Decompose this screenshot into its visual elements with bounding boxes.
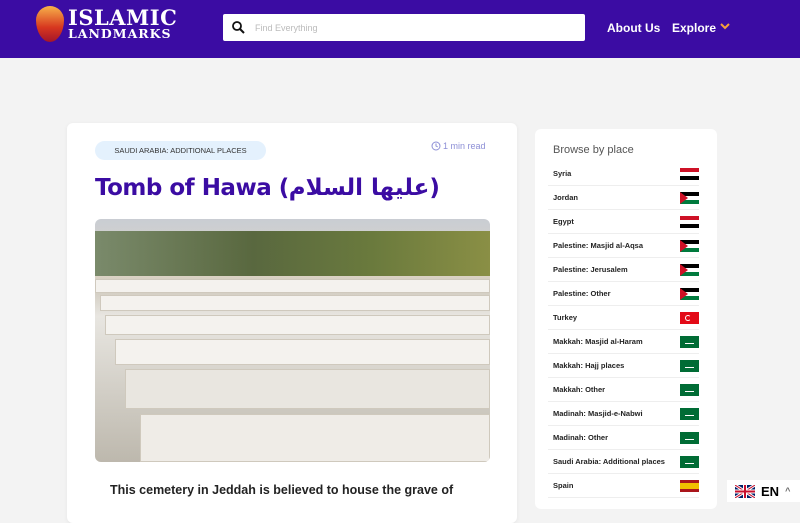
sidebar-heading: Browse by place <box>553 144 634 156</box>
sidebar-item-label: Syria <box>553 169 572 178</box>
nav-explore-label: Explore <box>672 21 717 35</box>
search-bar <box>223 14 585 41</box>
clock-icon <box>431 141 441 151</box>
sidebar-item[interactable]: Syria <box>548 162 699 186</box>
site-header: ISLAMIC LANDMARKS About Us Explore <box>0 0 800 58</box>
sidebar-item-label: Saudi Arabia: Additional places <box>553 457 665 466</box>
sidebar-item[interactable]: Makkah: Hajj places <box>548 354 699 378</box>
sidebar-item-label: Turkey <box>553 313 578 322</box>
sidebar-item[interactable]: Spain <box>548 474 699 498</box>
search-input[interactable] <box>255 22 555 33</box>
sidebar-item-label: Makkah: Hajj places <box>553 361 625 370</box>
saudi-flag-icon <box>680 431 699 444</box>
sidebar-item[interactable]: Jordan <box>548 186 699 210</box>
saudi-flag-icon <box>680 383 699 396</box>
palestine-flag-icon <box>680 239 699 252</box>
palestine-flag-icon <box>680 263 699 276</box>
sidebar-item[interactable]: Egypt <box>548 210 699 234</box>
article-card: SAUDI ARABIA: ADDITIONAL PLACES 1 min re… <box>67 123 517 523</box>
chevron-up-icon: ^ <box>785 486 791 496</box>
article-photo <box>95 219 490 462</box>
sidebar-item[interactable]: Palestine: Masjid al-Aqsa <box>548 234 699 258</box>
saudi-flag-icon <box>680 407 699 420</box>
uk-flag-icon <box>735 484 755 498</box>
sidebar-item-label: Madinah: Masjid-e-Nabwi <box>553 409 643 418</box>
category-badge[interactable]: SAUDI ARABIA: ADDITIONAL PLACES <box>95 141 266 160</box>
sidebar-item[interactable]: Saudi Arabia: Additional places <box>548 450 699 474</box>
page-title: Tomb of Hawa (عليها السلام) <box>95 175 440 201</box>
syria-flag-icon <box>680 167 699 180</box>
turkey-flag-icon <box>680 311 699 324</box>
saudi-flag-icon <box>680 335 699 348</box>
logo-line2: LANDMARKS <box>68 26 172 42</box>
sidebar-item[interactable]: Turkey <box>548 306 699 330</box>
nav-about-us[interactable]: About Us <box>607 21 660 35</box>
sidebar-item[interactable]: Makkah: Other <box>548 378 699 402</box>
sidebar-item[interactable]: Madinah: Other <box>548 426 699 450</box>
sidebar-item-label: Palestine: Other <box>553 289 611 298</box>
sidebar-item-label: Jordan <box>553 193 579 202</box>
sidebar-item[interactable]: Palestine: Other <box>548 282 699 306</box>
language-code: EN <box>761 483 780 499</box>
sidebar-item[interactable]: Palestine: Jerusalem <box>548 258 699 282</box>
sidebar-item-label: Egypt <box>553 217 574 226</box>
read-time: 1 min read <box>431 141 486 151</box>
browse-sidebar: Browse by place Syria Jordan Egypt Palestin… <box>535 129 717 509</box>
palestine-flag-icon <box>680 287 699 300</box>
egypt-flag-icon <box>680 215 699 228</box>
saudi-flag-icon <box>680 359 699 372</box>
jordan-flag-icon <box>680 191 699 204</box>
search-icon[interactable] <box>232 21 245 34</box>
sidebar-item-label: Makkah: Other <box>553 385 606 394</box>
sidebar-item-label: Palestine: Jerusalem <box>553 265 628 274</box>
article-intro: This cemetery in Jeddah is believed to h… <box>110 483 454 497</box>
sidebar-item-label: Madinah: Other <box>553 433 609 442</box>
logo-line1: ISLAMIC <box>68 5 178 31</box>
saudi-flag-icon <box>680 455 699 468</box>
language-switcher[interactable]: EN ^ <box>727 480 800 502</box>
spain-flag-icon <box>680 479 699 492</box>
site-logo[interactable]: ISLAMIC LANDMARKS <box>36 6 177 42</box>
sidebar-item-label: Makkah: Masjid al-Haram <box>553 337 643 346</box>
nav-explore[interactable]: Explore <box>672 21 730 35</box>
sidebar-item[interactable]: Makkah: Masjid al-Haram <box>548 330 699 354</box>
sidebar-item-label: Spain <box>553 481 574 490</box>
sidebar-item-label: Palestine: Masjid al-Aqsa <box>553 241 644 250</box>
read-time-text: 1 min read <box>443 141 486 151</box>
chevron-down-icon <box>720 23 730 30</box>
sidebar-item[interactable]: Madinah: Masjid-e-Nabwi <box>548 402 699 426</box>
logo-pin-icon <box>36 6 64 42</box>
